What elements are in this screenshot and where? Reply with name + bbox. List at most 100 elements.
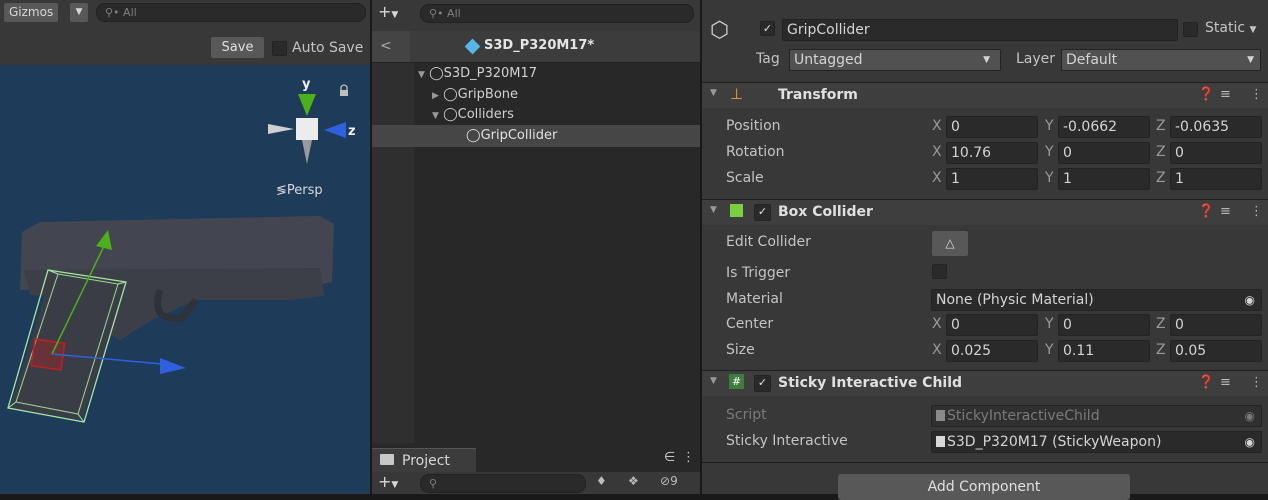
back-button[interactable]: < xyxy=(372,31,410,62)
save-button[interactable]: Save xyxy=(211,37,264,58)
preset-icon[interactable]: ≡ xyxy=(1220,204,1231,219)
static-label[interactable]: Static ▼ xyxy=(1205,20,1256,36)
object-picker-icon[interactable]: ◉ xyxy=(1245,432,1255,452)
box-collider-enabled-checkbox[interactable]: ✓ xyxy=(754,204,771,221)
active-checkbox[interactable]: ✓ xyxy=(760,21,775,36)
gameobject-icon: ◯ xyxy=(443,107,458,122)
layer-label: Layer xyxy=(1016,51,1056,67)
position-label: Position xyxy=(726,118,781,134)
hierarchy-search-placeholder: All xyxy=(447,7,461,20)
tree-item-colliders[interactable]: ▼ ◯Colliders xyxy=(432,107,514,122)
scale-x-field[interactable]: 1 xyxy=(946,168,1038,190)
center-y-axis: Y xyxy=(1045,316,1054,332)
gizmos-dropdown[interactable]: ▼ xyxy=(70,3,88,22)
center-y-field[interactable]: 0 xyxy=(1058,314,1150,336)
orientation-neg-x-cone[interactable] xyxy=(268,124,294,134)
scale-x-axis: X xyxy=(932,170,942,186)
preset-icon[interactable]: ≡ xyxy=(1220,87,1231,102)
scale-y-axis: Y xyxy=(1045,170,1054,186)
scene-canvas[interactable]: y z xyxy=(0,0,370,494)
orientation-center-cube[interactable] xyxy=(296,118,318,140)
project-search-input[interactable]: ⚲ xyxy=(420,474,586,493)
position-z-axis: Z xyxy=(1156,118,1166,134)
add-component-button[interactable]: Add Component xyxy=(838,474,1130,500)
project-create-button[interactable]: +▼ xyxy=(378,472,398,491)
rotation-y-field[interactable]: 0 xyxy=(1058,142,1150,164)
is-trigger-checkbox[interactable] xyxy=(932,264,947,279)
project-lock-icon[interactable]: ∈ xyxy=(664,450,675,465)
scene-search-input[interactable]: ⚲• All xyxy=(96,3,366,22)
tree-item-gripcollider[interactable]: ◯GripCollider xyxy=(466,128,557,143)
sticky-component-header[interactable]: ▼ # ✓ Sticky Interactive Child ❓ ≡ ⋮ xyxy=(702,370,1268,396)
hidden-packages-count: 9 xyxy=(670,474,678,488)
size-x-axis: X xyxy=(932,342,942,358)
hidden-packages-icon[interactable]: ⊘9 xyxy=(660,474,678,488)
create-add-button[interactable]: +▼ xyxy=(378,2,398,21)
position-z-field[interactable]: -0.0635 xyxy=(1170,116,1262,138)
tag-label: Tag xyxy=(756,51,780,67)
check-icon: ✓ xyxy=(762,22,773,35)
orientation-y-cone[interactable] xyxy=(298,94,316,116)
object-picker-icon[interactable]: ◉ xyxy=(1245,290,1255,310)
help-icon[interactable]: ❓ xyxy=(1198,375,1214,390)
size-y-field[interactable]: 0.11 xyxy=(1058,340,1150,362)
tree-item-gripbone[interactable]: ▶ ◯GripBone xyxy=(432,87,518,102)
orientation-y-label: y xyxy=(302,77,311,92)
position-x-field[interactable]: 0 xyxy=(946,116,1038,138)
context-menu-icon[interactable]: ⋮ xyxy=(1250,375,1263,390)
chevron-down-icon: ▼ xyxy=(1249,25,1257,35)
orientation-z-cone[interactable] xyxy=(324,122,346,138)
scene-view[interactable]: y z ≶Persp xyxy=(0,0,370,494)
position-y-axis: Y xyxy=(1045,118,1054,134)
sticky-enabled-checkbox[interactable]: ✓ xyxy=(754,375,771,392)
size-x-field[interactable]: 0.025 xyxy=(946,340,1038,362)
folder-icon xyxy=(380,454,394,465)
context-menu-icon[interactable]: ⋮ xyxy=(1250,204,1263,219)
filter-type-icon[interactable]: ♦ xyxy=(596,474,607,488)
transform-header[interactable]: ▼ ⊥ Transform ❓ ≡ ⋮ xyxy=(702,82,1268,108)
help-icon[interactable]: ❓ xyxy=(1198,204,1214,219)
static-checkbox[interactable] xyxy=(1183,22,1198,37)
material-field[interactable]: None (Physic Material) ◉ xyxy=(931,289,1262,311)
orientation-neg-y-cone[interactable] xyxy=(302,140,312,164)
hierarchy-search-input[interactable]: ⚲• All xyxy=(420,4,694,23)
gizmos-button[interactable]: Gizmos xyxy=(4,3,59,22)
position-y-field[interactable]: -0.0662 xyxy=(1058,116,1150,138)
is-trigger-label: Is Trigger xyxy=(726,265,791,281)
project-tab[interactable]: Project xyxy=(372,448,476,472)
layer-dropdown[interactable]: Default ▼ xyxy=(1061,49,1261,71)
rotation-x-field[interactable]: 10.76 xyxy=(946,142,1038,164)
lock-icon[interactable] xyxy=(340,84,348,96)
size-z-field[interactable]: 0.05 xyxy=(1170,340,1262,362)
tree-item-root[interactable]: ▼ ◯S3D_P320M17 xyxy=(418,66,537,81)
orientation-z-label: z xyxy=(348,124,356,139)
search-icon: ⚲ xyxy=(429,477,438,490)
sticky-interactive-field[interactable]: S3D_P320M17 (StickyWeapon) ◉ xyxy=(931,431,1262,453)
center-x-field[interactable]: 0 xyxy=(946,314,1038,336)
search-icon: ⚲• xyxy=(429,7,444,20)
move-handle-z-arrow[interactable] xyxy=(160,358,186,374)
project-menu-icon[interactable]: ⋮ xyxy=(682,450,695,465)
persp-label[interactable]: ≶Persp xyxy=(276,183,323,198)
scene-search-placeholder: All xyxy=(123,6,137,19)
scene-toolbar: Gizmos ▼ ⚲• All xyxy=(0,0,370,31)
scale-y-field[interactable]: 1 xyxy=(1058,168,1150,190)
edit-collider-button[interactable]: △ xyxy=(932,231,968,256)
object-picker-icon: ◉ xyxy=(1244,409,1255,423)
chevron-down-icon: ▼ xyxy=(75,7,83,17)
prefab-title: S3D_P320M17* xyxy=(484,38,595,53)
scale-z-field[interactable]: 1 xyxy=(1170,168,1262,190)
filter-label-icon[interactable]: ❖ xyxy=(628,474,639,488)
help-icon[interactable]: ❓ xyxy=(1198,87,1214,102)
box-collider-header[interactable]: ▼ ✓ Box Collider ❓ ≡ ⋮ xyxy=(702,199,1268,225)
autosave-checkbox[interactable] xyxy=(272,41,287,56)
context-menu-icon[interactable]: ⋮ xyxy=(1250,87,1263,102)
center-z-field[interactable]: 0 xyxy=(1170,314,1262,336)
script-file-icon xyxy=(936,410,945,421)
expanded-arrow-icon: ▼ xyxy=(418,70,425,80)
tag-dropdown[interactable]: Untagged ▼ xyxy=(789,49,1001,71)
check-icon: ✓ xyxy=(757,376,768,389)
preset-icon[interactable]: ≡ xyxy=(1220,375,1231,390)
object-name-field[interactable]: GripCollider xyxy=(782,19,1178,41)
rotation-z-field[interactable]: 0 xyxy=(1170,142,1262,164)
